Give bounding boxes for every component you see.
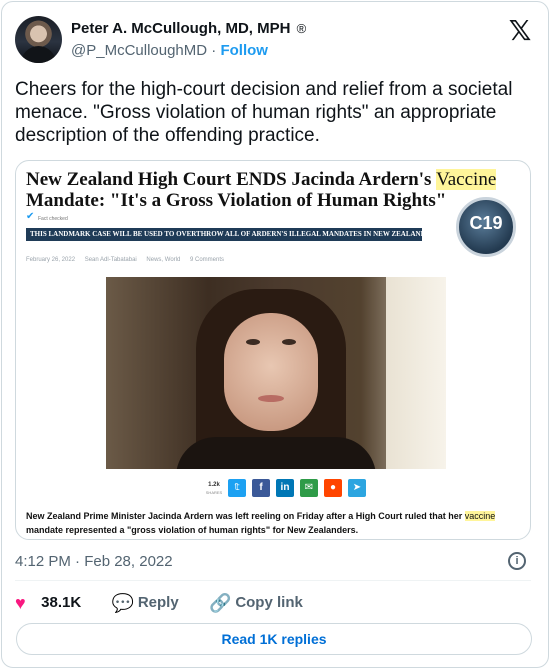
heart-icon: ♥	[15, 593, 26, 613]
info-icon[interactable]: i	[508, 552, 526, 570]
like-button[interactable]: ♥ 38.1K	[15, 593, 81, 614]
reply-button[interactable]: 💬 Reply	[112, 593, 179, 614]
photo-window	[386, 277, 446, 469]
email-share-icon[interactable]: ✉	[300, 479, 318, 497]
author-name[interactable]: Peter A. McCullough, MD, MPH ®	[71, 20, 306, 37]
tweet-card: Peter A. McCullough, MD, MPH ® @P_McCull…	[1, 1, 549, 668]
facebook-share-icon[interactable]: f	[252, 479, 270, 497]
article-title: New Zealand High Court ENDS Jacinda Arde…	[26, 169, 526, 211]
c19-logo-text: C19	[469, 213, 503, 233]
tweet-header: Peter A. McCullough, MD, MPH ® @P_McCull…	[15, 16, 535, 66]
avatar[interactable]	[15, 16, 62, 63]
author-handle[interactable]: @P_McCulloughMD	[71, 42, 207, 59]
caption-end: mandate represented a "gross violation o…	[26, 525, 359, 535]
tweet-timestamp[interactable]: 4:12 PM · Feb 28, 2022	[15, 553, 173, 570]
article-banner: THIS LANDMARK CASE WILL BE USED TO OVERT…	[26, 228, 422, 241]
read-replies-button[interactable]: Read 1K replies	[16, 623, 532, 655]
follow-button[interactable]: Follow	[220, 42, 268, 59]
share-count-label: SHARES	[205, 490, 223, 495]
tweet-text: Cheers for the high-court decision and r…	[15, 79, 513, 146]
verified-icon: ®	[296, 21, 307, 36]
link-icon: 🔗	[209, 593, 232, 613]
caption-start: New Zealand Prime Minister Jacinda Arder…	[26, 511, 465, 521]
byline-category: News, World	[146, 257, 181, 263]
c19-logo: C19	[456, 197, 516, 257]
photo-face	[224, 313, 318, 431]
byline-date: February 26, 2022	[26, 257, 76, 263]
author-handle-line: @P_McCulloughMD · Follow	[71, 42, 268, 59]
twitter-share-icon[interactable]: 𝕥	[228, 479, 246, 497]
fact-check-icon: ✔	[26, 211, 35, 222]
copy-link-label: Copy link	[235, 594, 303, 611]
embedded-article-image[interactable]: New Zealand High Court ENDS Jacinda Arde…	[15, 160, 531, 540]
reddit-share-icon[interactable]: ●	[324, 479, 342, 497]
article-photo	[106, 277, 446, 469]
article-title-highlight: Vaccine	[436, 169, 497, 190]
action-bar: ♥ 38.1K 💬 Reply 🔗 Copy link	[15, 593, 329, 615]
photo-eye-left	[246, 339, 260, 345]
photo-shoulders	[176, 437, 376, 469]
byline-author: Sean Adl-Tabatabai	[84, 257, 137, 263]
article-title-start: New Zealand High Court ENDS Jacinda Arde…	[26, 169, 437, 190]
telegram-share-icon[interactable]: ➤	[348, 479, 366, 497]
photo-mouth	[258, 395, 284, 402]
byline-comments: 9 Comments	[190, 257, 225, 263]
fact-checked-label: Fact checked	[38, 216, 68, 222]
like-count: 38.1K	[41, 594, 82, 611]
handle-separator: ·	[211, 42, 217, 59]
photo-eye-right	[282, 339, 296, 345]
share-bar: 1.2k SHARES 𝕥 f in ✉ ● ➤	[204, 479, 372, 499]
reply-bubble-icon: 💬	[111, 593, 135, 613]
share-count-value: 1.2k	[208, 482, 220, 488]
divider	[15, 580, 531, 581]
linkedin-share-icon[interactable]: in	[276, 479, 294, 497]
x-logo-icon[interactable]: 𝕏	[507, 17, 533, 45]
caption-highlight: vaccine	[464, 511, 496, 521]
author-name-text[interactable]: Peter A. McCullough, MD, MPH	[71, 20, 290, 37]
share-count: 1.2k SHARES	[204, 481, 224, 497]
reply-label: Reply	[137, 594, 179, 611]
article-caption: New Zealand Prime Minister Jacinda Arder…	[26, 509, 526, 537]
copy-link-button[interactable]: 🔗 Copy link	[209, 593, 303, 614]
article-title-end: Mandate: "It's a Gross Violation of Huma…	[26, 190, 447, 211]
article-byline: February 26, 2022 Sean Adl-Tabatabai New…	[26, 257, 232, 263]
